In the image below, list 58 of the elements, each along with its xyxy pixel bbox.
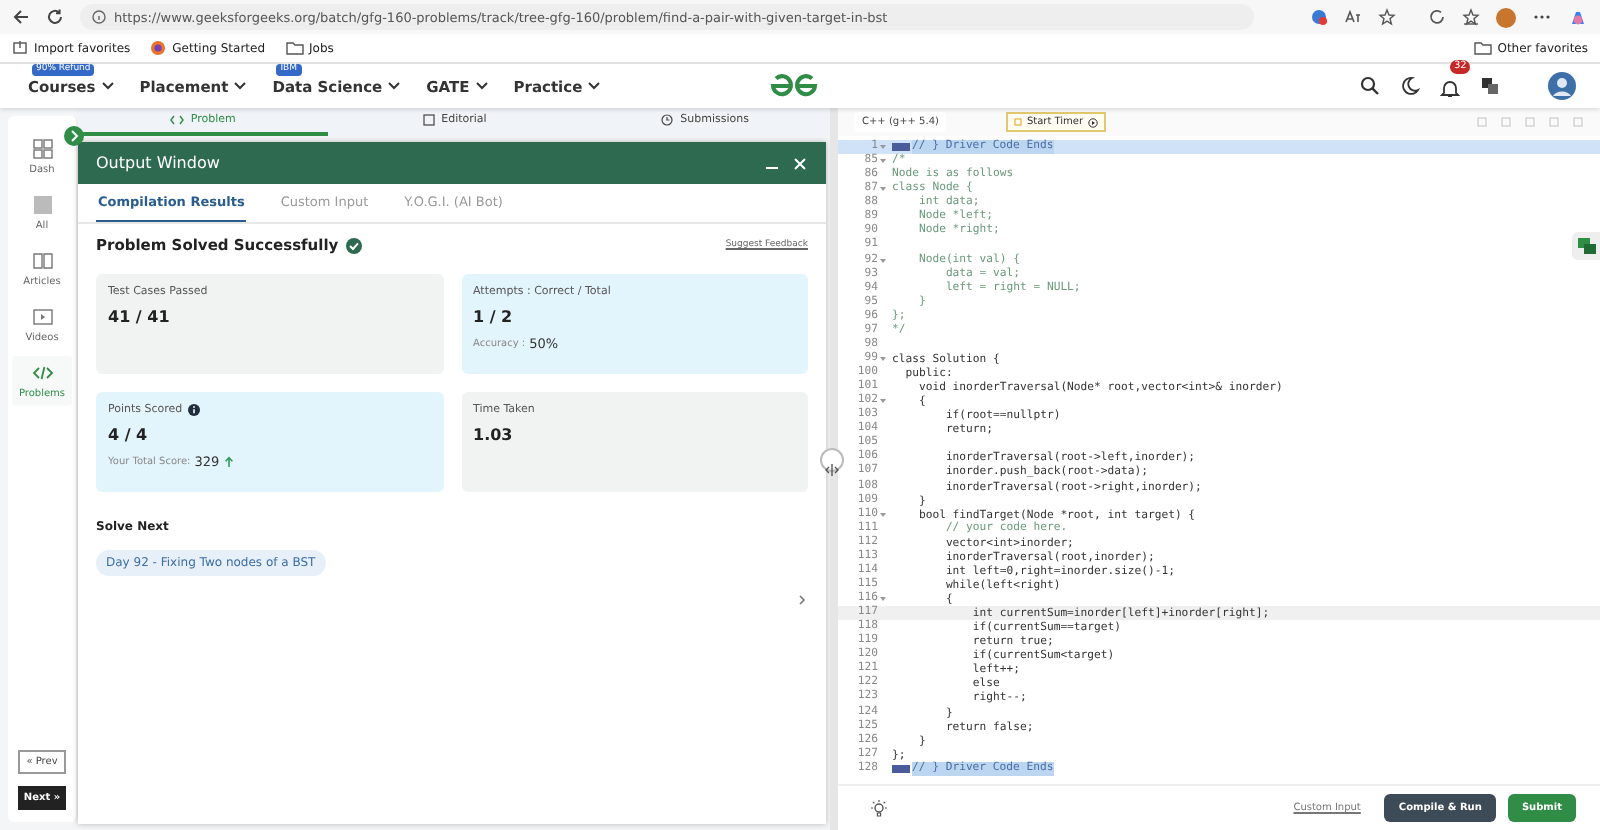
book-icon <box>31 250 53 272</box>
code-icon <box>170 114 185 126</box>
play-icon <box>1087 117 1098 127</box>
folder-icon <box>285 40 304 56</box>
info-icon <box>92 10 106 24</box>
video-icon <box>31 306 53 328</box>
chevron-down-icon <box>588 82 601 90</box>
copilot-icon[interactable] <box>1568 7 1588 27</box>
fold-arrow-icon[interactable] <box>880 186 886 193</box>
dashboard-icon <box>31 138 53 160</box>
fold-arrow-icon[interactable] <box>880 257 886 263</box>
resize-icon <box>824 462 840 478</box>
chevron-down-icon <box>101 82 114 90</box>
folder-icon <box>1473 40 1492 56</box>
fold-marker-icon[interactable] <box>892 763 912 774</box>
refresh-icon[interactable] <box>46 8 64 26</box>
info-icon[interactable] <box>188 404 201 416</box>
read-aloud-icon[interactable] <box>1344 8 1362 26</box>
stat-value: 4 / 4 <box>108 426 150 444</box>
document-icon <box>421 114 436 126</box>
extension-icon[interactable] <box>1310 8 1328 26</box>
grid-icon <box>31 194 53 216</box>
fold-marker-icon[interactable] <box>892 142 912 153</box>
check-circle-icon <box>346 237 363 253</box>
timer-icon <box>1014 118 1023 126</box>
fold-arrow-icon[interactable] <box>880 355 886 362</box>
fold-arrow-icon[interactable] <box>880 511 886 518</box>
refresh-icon[interactable] <box>1428 8 1446 26</box>
stat-value: 41 / 41 <box>108 308 172 326</box>
chevron-down-icon <box>388 82 401 90</box>
chevron-down-icon <box>475 82 488 90</box>
moon-icon[interactable] <box>1400 76 1420 96</box>
profile-avatar-icon[interactable] <box>1496 7 1516 27</box>
bell-icon[interactable] <box>1440 77 1460 97</box>
logo[interactable] <box>768 72 820 100</box>
window-title: Output Window <box>96 154 222 172</box>
user-avatar[interactable] <box>1548 72 1576 100</box>
fold-arrow-icon[interactable] <box>880 158 886 165</box>
chevron-down-icon <box>234 82 247 90</box>
import-icon <box>12 40 28 56</box>
collections-icon[interactable] <box>1462 8 1480 26</box>
clock-icon <box>660 114 675 126</box>
fold-arrow-icon[interactable] <box>880 398 886 405</box>
back-icon[interactable] <box>12 8 30 26</box>
lightbulb-icon[interactable] <box>870 799 888 817</box>
code-icon <box>31 362 53 384</box>
chevron-right-icon <box>69 130 79 142</box>
stat-value: 1 / 2 <box>473 308 515 326</box>
chat-button[interactable] <box>1572 232 1600 260</box>
search-icon[interactable] <box>1360 76 1380 96</box>
chevron-right-icon[interactable] <box>796 594 808 606</box>
favorite-icon[interactable] <box>1378 8 1396 26</box>
chat-icon <box>1577 238 1595 254</box>
site-icon <box>150 40 167 56</box>
fold-arrow-icon[interactable] <box>880 596 886 602</box>
apps-icon[interactable] <box>1480 76 1500 96</box>
resize-handle[interactable] <box>820 448 844 472</box>
stat-value: 1.03 <box>473 426 515 444</box>
